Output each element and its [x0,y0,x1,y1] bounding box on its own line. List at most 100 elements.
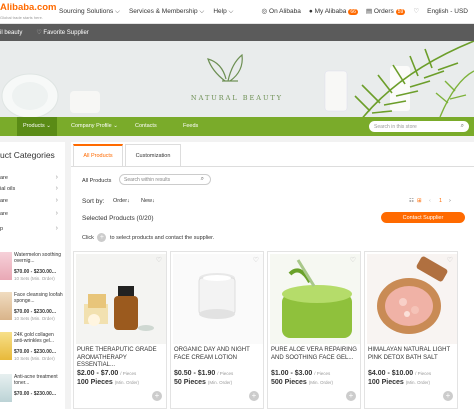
supplier-bar: il beauty ♡ Favorite Supplier [0,24,474,41]
add-product-button[interactable]: + [249,391,259,401]
sort-new-button[interactable]: New↓ [141,198,155,204]
search-icon[interactable]: ⌕ [461,123,464,130]
product-card[interactable]: ♡ ORGANIC DAY AND NIGHT FACE CREAM LOTIO… [170,251,264,409]
top-right-links: ◎ On Alibaba ● My Alibaba 66 ▤ Orders 59 ♡… [262,7,468,15]
sidebar-product-price: $70.00 - $230.00... [14,269,56,275]
product-title[interactable]: HIMALAYAN NATURAL LIGHT PINK DETOX BATH … [368,347,456,362]
heart-icon[interactable]: ♡ [350,256,356,264]
sort-order-button[interactable]: Order↓ [113,198,130,204]
grid-view-icon[interactable]: ⊞ [417,198,422,204]
search-icon[interactable]: ⌕ [201,176,204,183]
product-image [173,254,263,344]
prev-page-icon[interactable]: ‹ [429,198,431,204]
chevron-down-icon: ⌄ [46,123,51,129]
moq-unit: (Min. Order) [114,380,140,385]
tab-all-products[interactable]: All Products [73,144,123,166]
category-label: p [0,226,4,232]
tab-customization[interactable]: Customization [125,144,181,166]
moq-unit: (Min. Order) [405,380,431,385]
price-unit: / Pieces [415,371,432,376]
product-card[interactable]: ♡ PURE ALOE VERA REPAIRING AND SOOTHING … [267,251,361,409]
sort-by-label: Sort by: [82,198,105,205]
category-label: are [0,211,8,217]
heart-icon[interactable]: ♡ [253,256,259,264]
list-view-icon[interactable]: ☷ [409,198,414,204]
category-item[interactable]: are › [0,210,62,217]
price-range: $0.50 - $1.90 [174,370,216,377]
product-price: $0.50 - $1.90 / Pieces [174,370,233,377]
add-product-button[interactable]: + [346,391,356,401]
orders-icon: ▤ [365,8,373,15]
chevron-right-icon: › [55,185,58,192]
product-thumbnail [0,332,12,360]
nav-services-membership[interactable]: Services & Membership ⌵ [129,8,204,16]
price-unit: / Pieces [120,371,137,376]
product-moq: 100 Pieces (Min. Order) [368,379,430,386]
category-item[interactable]: ial oils › [0,185,62,192]
user-icon: ● [308,7,313,15]
product-title[interactable]: PURE THERAPUTIC GRADE AROMATHERAPY ESSEN… [77,347,165,370]
store-nav-products-label: Products [23,123,45,129]
plus-icon: + [97,233,107,242]
favorite-supplier-link[interactable]: ♡ Favorite Supplier [36,29,88,36]
sidebar-product-title: 24K gold collagen anti-wrinkles gel... [14,332,55,344]
select-hint-click: Click [82,234,94,241]
chevron-right-icon: › [55,174,58,181]
sidebar-product-title: Watermelon soothing overnig... [14,252,62,264]
select-hint-text: to select products and contact the suppl… [109,234,215,241]
add-product-button[interactable]: + [443,391,453,401]
my-alibaba-link[interactable]: ● My Alibaba 66 [309,8,358,15]
category-item[interactable]: are › [0,174,62,181]
product-title[interactable]: PURE ALOE VERA REPAIRING AND SOOTHING FA… [271,347,359,362]
product-listing: All Products Customization All Products … [71,142,474,409]
product-card[interactable]: ♡ HIMALAYAN NATURAL LIGHT PINK DETOX BAT… [364,251,458,409]
top-bar: Alibaba.com Global trade starts here. So… [0,0,474,24]
next-page-icon[interactable]: › [449,198,451,204]
aloe-gel-image [270,254,360,344]
product-moq: 100 Pieces (Min. Order) [77,379,139,386]
store-nav-company-profile-label: Company Profile [71,123,112,129]
store-nav-company-profile[interactable]: Company Profile ⌄ [71,123,118,129]
heart-icon[interactable]: ♡ [447,256,453,264]
on-alibaba-label: On Alibaba [269,8,301,15]
nav-help[interactable]: Help ⌵ [213,8,233,16]
category-item[interactable]: are › [0,197,62,204]
store-search-input[interactable]: Search in this store ⌕ [369,121,469,132]
nav-sourcing-solutions[interactable]: Sourcing Solutions ⌵ [59,8,120,16]
globe-icon: ◎ [261,8,268,15]
category-label: ial oils [0,186,16,192]
category-item[interactable]: p › [0,225,62,232]
product-price: $4.00 - $10.00 / Pieces [368,370,431,377]
all-products-label: All Products [82,178,112,184]
sidebar-product-price: $70.00 - $230.00... [14,309,56,315]
supplier-name[interactable]: il beauty [0,30,22,36]
store-nav-feeds[interactable]: Feeds [183,123,198,129]
alibaba-logo[interactable]: Alibaba.com Global trade starts here. [0,3,57,22]
bath-salt-image [367,254,457,344]
contact-supplier-button[interactable]: Contact Supplier [381,212,465,223]
chevron-right-icon: › [55,210,58,217]
store-nav-products[interactable]: Products ⌄ [17,117,57,136]
categories-heading: uct Categories [0,150,55,160]
add-product-button[interactable]: + [152,391,162,401]
on-alibaba-link[interactable]: ◎ On Alibaba [262,7,301,15]
language-currency-selector[interactable]: English - USD [427,8,468,15]
search-within-results-input[interactable]: Search within results ⌕ [119,174,211,185]
moq-value: 100 Pieces [368,379,404,386]
price-range: $2.00 - $7.00 [77,370,119,377]
orders-link[interactable]: ▤ Orders 59 [365,7,406,15]
product-thumbnail [0,374,12,402]
store-nav-contacts[interactable]: Contacts [135,123,157,129]
product-image [367,254,457,344]
favorites-heart-icon[interactable]: ♡ [413,7,419,15]
heart-icon[interactable]: ♡ [156,256,162,264]
product-card[interactable]: ♡ PURE THERAPUTIC GRADE AROMATHERAPY ESS… [73,251,167,409]
essential-oil-image [76,254,166,344]
product-title[interactable]: ORGANIC DAY AND NIGHT FACE CREAM LOTION [174,347,262,362]
price-range: $1.00 - $3.00 [271,370,313,377]
product-image [270,254,360,344]
product-thumbnail [0,252,12,280]
product-moq: 50 Pieces (Min. Order) [174,379,232,386]
product-image [76,254,166,344]
category-label: are [0,175,8,181]
